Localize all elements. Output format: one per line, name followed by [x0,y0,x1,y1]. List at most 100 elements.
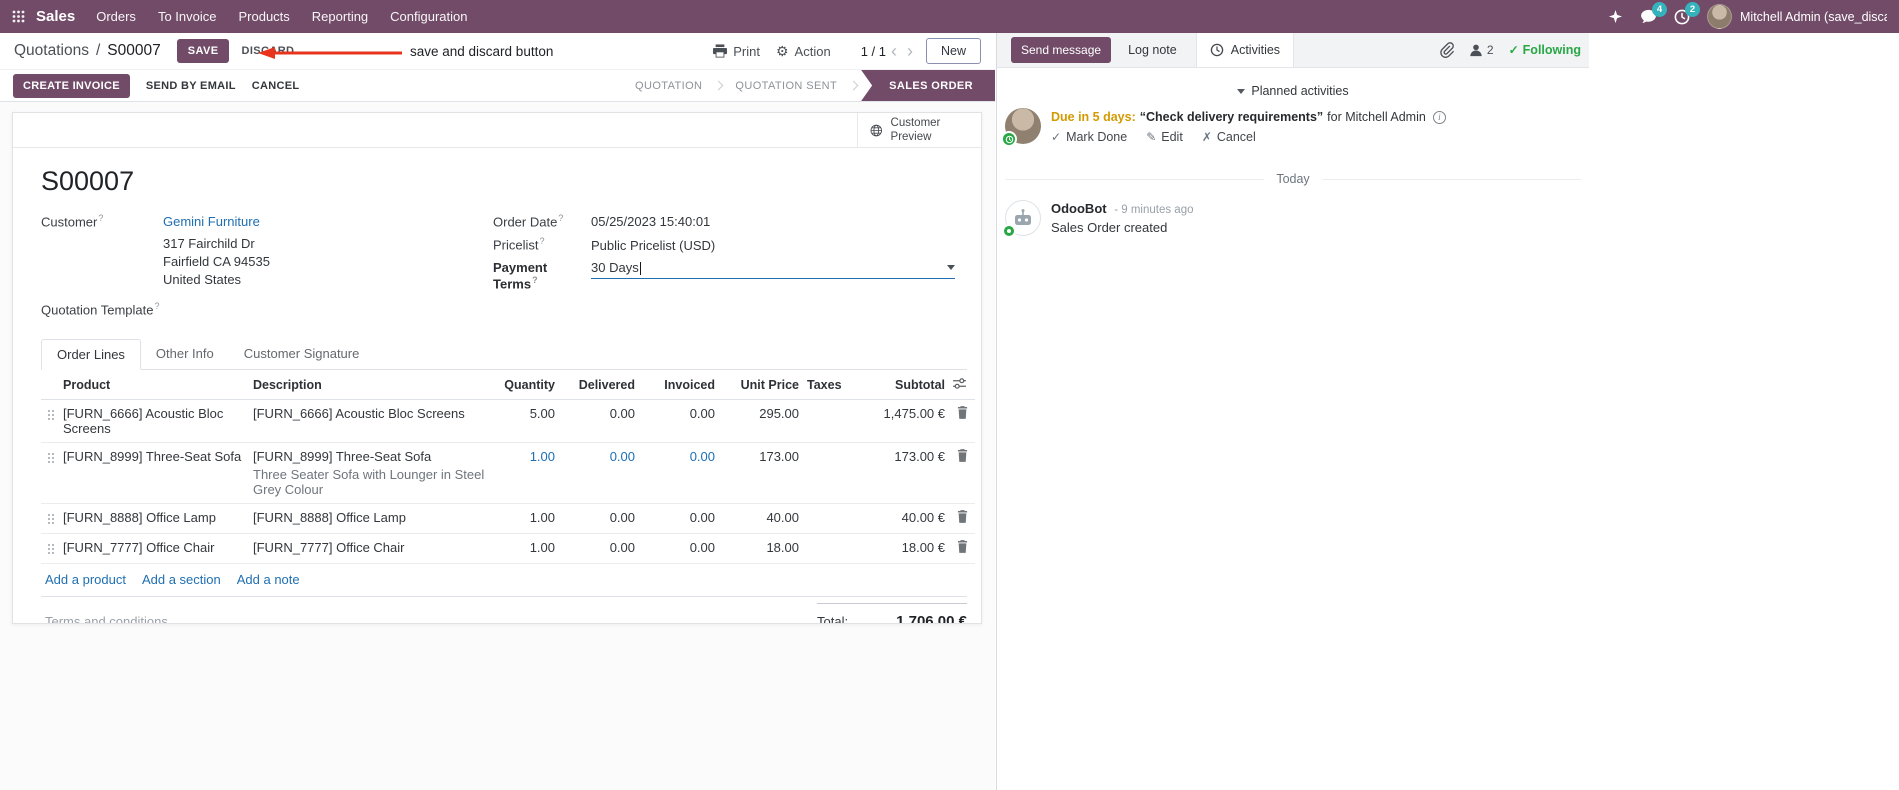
apps-grid-icon[interactable] [10,10,27,23]
menu-configuration[interactable]: Configuration [379,0,478,33]
messages-icon[interactable]: 4 [1640,1,1667,25]
message-body: Sales Order created [1051,220,1168,235]
description-cell[interactable]: [FURN_8999] Three-Seat Sofa Three Seater … [249,442,489,504]
info-icon[interactable]: i [1432,110,1446,124]
pager-prev-icon[interactable]: ‹ [886,42,902,60]
drag-handle-icon[interactable] [41,399,59,443]
stage-sales-order[interactable]: SALES ORDER [861,70,995,101]
invoiced-cell[interactable]: 0.00 [639,533,719,564]
invoiced-cell[interactable]: 0.00 [639,503,719,534]
create-invoice-button[interactable]: CREATE INVOICE [13,73,130,98]
customer-label: Customer? [41,213,104,230]
taxes-cell[interactable] [803,442,855,504]
tab-customer-signature[interactable]: Customer Signature [229,339,375,369]
delivered-cell[interactable]: 0.00 [559,533,639,564]
product-cell[interactable]: [FURN_8999] Three-Seat Sofa [59,442,249,504]
delete-row-icon[interactable] [949,442,975,504]
delete-row-icon[interactable] [949,533,975,564]
breadcrumb-quotations[interactable]: Quotations [14,42,89,60]
delivered-cell[interactable]: 0.00 [559,399,639,443]
message-author[interactable]: OdooBot [1051,201,1107,216]
dropdown-caret-icon[interactable] [947,264,955,270]
activity-due: Due in 5 days: [1051,110,1136,124]
order-date-field[interactable]: 05/25/2023 15:40:01 [591,214,710,229]
log-note-button[interactable]: Log note [1119,37,1186,63]
quantity-cell[interactable]: 1.00 [489,533,559,564]
order-line-row[interactable]: [FURN_6666] Acoustic Bloc Screens [FURN_… [41,399,975,443]
drag-handle-icon[interactable] [41,442,59,504]
product-cell[interactable]: [FURN_6666] Acoustic Bloc Screens [59,399,249,443]
delete-row-icon[interactable] [949,503,975,534]
menu-orders[interactable]: Orders [85,0,147,33]
send-message-button[interactable]: Send message [1011,37,1112,63]
taxes-cell[interactable] [803,533,855,564]
delivered-cell[interactable]: 0.00 [559,442,639,504]
taxes-cell[interactable] [803,503,855,534]
menu-to-invoice[interactable]: To Invoice [147,0,228,33]
pager-next-icon[interactable]: › [902,42,918,60]
description-cell[interactable]: [FURN_6666] Acoustic Bloc Screens [249,399,489,443]
quantity-cell[interactable]: 1.00 [489,442,559,504]
action-button[interactable]: ⚙ Action [776,43,831,60]
add-product-link[interactable]: Add a product [45,572,126,587]
planned-activities-toggle[interactable]: Planned activities [997,84,1589,98]
following-button[interactable]: ✓ Following [1509,43,1581,57]
edit-activity-button[interactable]: ✎ Edit [1146,130,1183,144]
add-section-link[interactable]: Add a section [142,572,221,587]
unit-price-cell[interactable]: 173.00 [719,442,803,504]
quantity-cell[interactable]: 1.00 [489,503,559,534]
sparkle-icon[interactable] [1608,9,1623,24]
tab-order-lines[interactable]: Order Lines [41,338,141,370]
help-icon: ? [539,236,545,247]
customer-link[interactable]: Gemini Furniture [163,214,260,229]
new-button[interactable]: New [925,38,981,64]
tab-other-info[interactable]: Other Info [141,339,229,369]
order-line-row[interactable]: [FURN_8888] Office Lamp [FURN_8888] Offi… [41,503,975,534]
annotation-label: save and discard button [410,44,554,59]
user-menu[interactable]: Mitchell Admin (save_discar [1707,4,1887,29]
mark-done-button[interactable]: ✓ Mark Done [1051,130,1127,144]
send-by-email-button[interactable]: SEND BY EMAIL [146,80,236,92]
app-name[interactable]: Sales [36,8,75,25]
invoiced-cell[interactable]: 0.00 [639,442,719,504]
breadcrumb-separator: / [95,42,101,59]
cancel-activity-button[interactable]: ✗ Cancel [1202,130,1256,144]
invoiced-cell[interactable]: 0.00 [639,399,719,443]
activities-clock-icon[interactable]: 2 [1674,1,1700,25]
activity-item: Due in 5 days: “Check delivery requireme… [997,98,1589,147]
product-cell[interactable]: [FURN_7777] Office Chair [59,533,249,564]
product-cell[interactable]: [FURN_8888] Office Lamp [59,503,249,534]
menu-products[interactable]: Products [227,0,300,33]
record-title[interactable]: S00007 [41,166,967,197]
activities-tab[interactable]: Activities [1195,33,1295,67]
attachment-icon[interactable] [1439,42,1454,58]
order-line-row[interactable]: [FURN_8999] Three-Seat Sofa [FURN_8999] … [41,442,975,504]
drag-handle-icon[interactable] [41,503,59,534]
add-note-link[interactable]: Add a note [237,572,300,587]
save-button[interactable]: SAVE [176,39,230,63]
terms-placeholder[interactable]: Terms and conditions... [45,614,179,623]
col-taxes: Taxes [803,370,855,400]
col-invoiced: Invoiced [639,370,719,400]
optional-columns-icon[interactable] [949,370,975,400]
unit-price-cell[interactable]: 40.00 [719,503,803,534]
stage-quotation-sent[interactable]: QUOTATION SENT [719,70,853,101]
followers-button[interactable]: 2 [1469,43,1494,57]
unit-price-cell[interactable]: 18.00 [719,533,803,564]
description-cell[interactable]: [FURN_7777] Office Chair [249,533,489,564]
menu-reporting[interactable]: Reporting [301,0,379,33]
unit-price-cell[interactable]: 295.00 [719,399,803,443]
quantity-cell[interactable]: 5.00 [489,399,559,443]
customer-preview-button[interactable]: Customer Preview [857,113,981,147]
print-button[interactable]: Print [713,44,760,59]
taxes-cell[interactable] [803,399,855,443]
drag-handle-icon[interactable] [41,533,59,564]
cancel-button[interactable]: CANCEL [252,80,300,92]
pricelist-field[interactable]: Public Pricelist (USD) [591,238,715,253]
delivered-cell[interactable]: 0.00 [559,503,639,534]
order-line-row[interactable]: [FURN_7777] Office Chair [FURN_7777] Off… [41,533,975,564]
description-cell[interactable]: [FURN_8888] Office Lamp [249,503,489,534]
stage-quotation[interactable]: QUOTATION [619,70,718,101]
payment-terms-input[interactable]: 30 Days [591,260,955,279]
delete-row-icon[interactable] [949,399,975,443]
